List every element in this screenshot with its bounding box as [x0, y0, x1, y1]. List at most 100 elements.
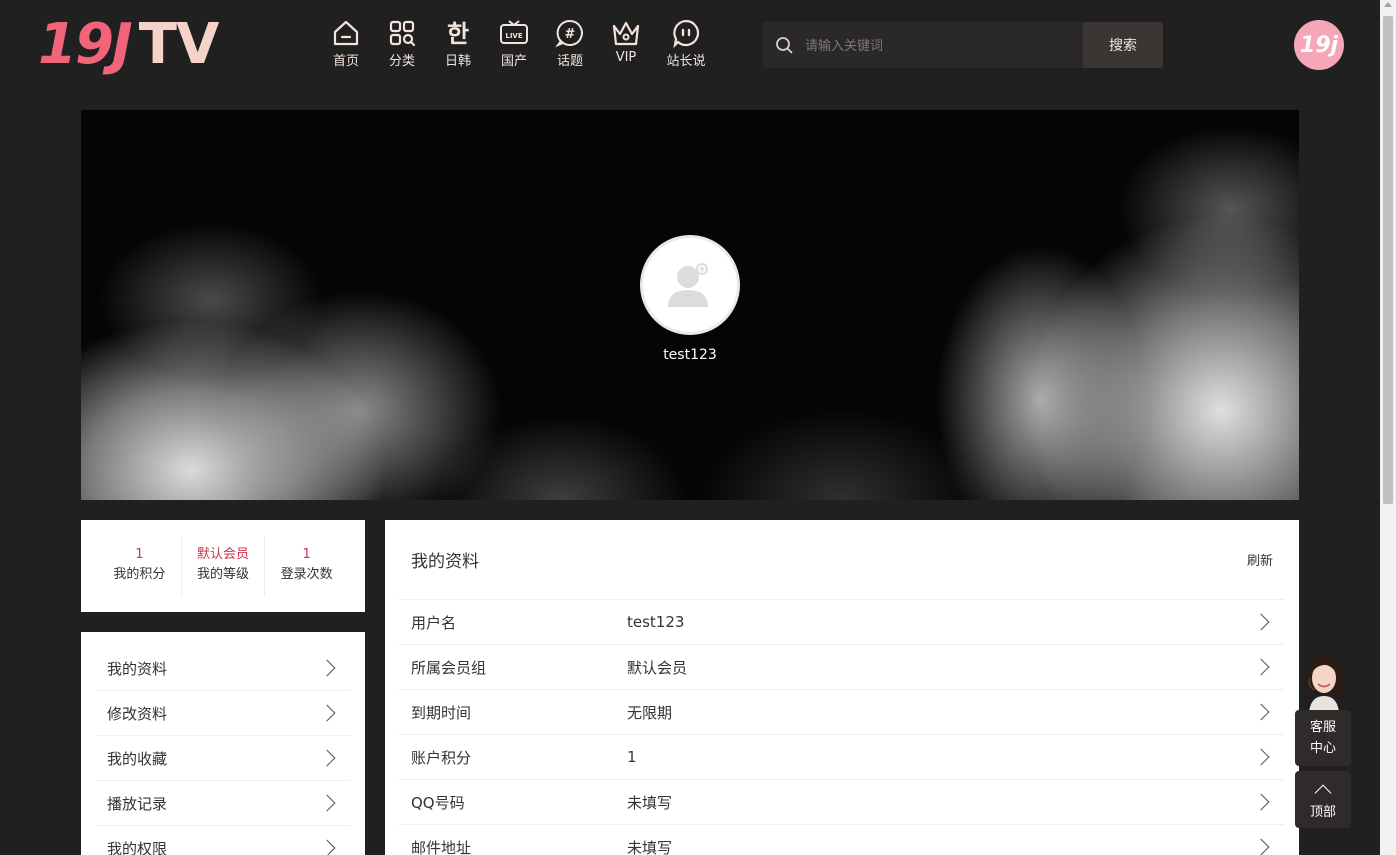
user-side-menu: 我的资料 修改资料 我的收藏 播放记录 我的权限 — [81, 632, 365, 855]
stat-level: 默认会员 我的等级 — [182, 536, 266, 596]
row-value: 未填写 — [627, 793, 673, 812]
scrollbar-thumb[interactable] — [1383, 16, 1393, 504]
stat-label: 我的积分 — [113, 567, 166, 582]
profile-row-username[interactable]: 用户名 test123 — [399, 600, 1285, 645]
nav-label: VIP — [615, 50, 637, 65]
nav-item-topic[interactable]: # 话题 — [542, 18, 598, 69]
svg-text:LIVE: LIVE — [505, 32, 522, 40]
chevron-right-icon — [318, 794, 336, 812]
nav-item-category[interactable]: 分类 — [374, 18, 430, 69]
arrow-up-icon — [1314, 784, 1332, 802]
profile-row-qq[interactable]: QQ号码 未填写 — [399, 780, 1285, 825]
side-menu-history[interactable]: 播放记录 — [96, 781, 350, 826]
nav-item-domestic[interactable]: LIVE 国产 — [486, 18, 542, 69]
row-label: 邮件地址 — [411, 838, 472, 855]
profile-row-points[interactable]: 账户积分 1 — [399, 735, 1285, 780]
live-tv-icon: LIVE — [500, 20, 528, 44]
main-nav: 首页 分类 한 日韩 LIVE 国产 # 话题 VIP 站长说 — [318, 18, 718, 69]
row-value: 无限期 — [627, 703, 673, 722]
logo-part-tv: TV — [138, 12, 220, 77]
chevron-right-icon — [318, 749, 336, 767]
side-menu-edit-profile[interactable]: 修改资料 — [96, 691, 350, 736]
side-menu-label: 修改资料 — [107, 704, 168, 723]
profile-panel: 我的资料 刷新 用户名 test123 所属会员组 默认会员 到期时间 无限期 … — [385, 520, 1299, 855]
chevron-right-icon — [1252, 793, 1270, 811]
nav-label: 话题 — [556, 54, 583, 69]
search-bar: 搜索 — [763, 22, 1163, 68]
category-icon — [389, 20, 416, 47]
row-value: test123 — [627, 613, 685, 631]
row-label: 用户名 — [411, 613, 457, 632]
scroll-up-arrow-icon[interactable] — [1384, 2, 1392, 7]
service-label-line1: 客服 — [1309, 720, 1336, 735]
row-label: 账户积分 — [411, 748, 472, 767]
side-menu-label: 我的权限 — [107, 839, 168, 855]
hashtag-icon: # — [555, 19, 583, 48]
nav-label: 国产 — [500, 54, 527, 69]
profile-banner: test123 — [81, 110, 1299, 500]
nav-item-webmaster[interactable]: 站长说 — [654, 18, 718, 69]
side-menu-label: 我的资料 — [107, 659, 168, 678]
side-menu-label: 播放记录 — [107, 794, 168, 813]
row-value: 默认会员 — [627, 658, 688, 677]
nav-label: 分类 — [388, 54, 415, 69]
stat-login-count: 1 登录次数 — [265, 536, 348, 596]
side-menu-my-profile[interactable]: 我的资料 — [96, 646, 350, 691]
nav-label: 日韩 — [444, 54, 471, 69]
stat-points: 1 我的积分 — [98, 536, 182, 596]
row-value: 1 — [627, 748, 637, 766]
chevron-right-icon — [318, 839, 336, 855]
svg-text:#: # — [565, 27, 576, 42]
row-label: 到期时间 — [411, 703, 472, 722]
side-menu-permissions[interactable]: 我的权限 — [96, 826, 350, 855]
chevron-right-icon — [1252, 658, 1270, 676]
service-label-line2: 中心 — [1309, 741, 1336, 756]
avatar-text: 19j — [1299, 32, 1339, 58]
service-agent-avatar-icon[interactable] — [1301, 650, 1347, 712]
profile-panel-header: 我的资料 刷新 — [399, 520, 1285, 600]
page-scrollbar[interactable] — [1380, 0, 1396, 855]
nav-item-jpkr[interactable]: 한 日韩 — [430, 18, 486, 69]
search-icon — [763, 22, 805, 68]
top-header: 19J TV 首页 分类 한 日韩 LIVE 国产 # 话题 VIP 站长说 请… — [0, 0, 1380, 90]
korean-char-icon: 한 — [447, 20, 469, 48]
page: 19J TV 首页 分类 한 日韩 LIVE 国产 # 话题 VIP 站长说 请… — [0, 0, 1396, 855]
banner-username: test123 — [663, 347, 717, 363]
chevron-right-icon — [318, 659, 336, 677]
chevron-right-icon — [1252, 838, 1270, 855]
chevron-right-icon — [1252, 613, 1270, 631]
refresh-link[interactable]: 刷新 — [1247, 550, 1273, 569]
customer-service-button[interactable]: 客服 中心 — [1295, 710, 1351, 766]
profile-avatar[interactable] — [640, 235, 740, 335]
chevron-right-icon — [1252, 703, 1270, 721]
stat-value: 1 — [135, 547, 144, 562]
stat-value: 默认会员 — [197, 547, 250, 562]
nav-item-vip[interactable]: VIP — [598, 18, 654, 69]
default-user-icon — [668, 263, 708, 307]
back-to-top-button[interactable]: 顶部 — [1295, 771, 1351, 828]
profile-row-email[interactable]: 邮件地址 未填写 — [399, 825, 1285, 855]
profile-row-member-group[interactable]: 所属会员组 默认会员 — [399, 645, 1285, 690]
panel-title: 我的资料 — [411, 552, 479, 572]
logo-part-19j: 19J — [38, 12, 133, 77]
search-input[interactable] — [805, 22, 1083, 68]
nav-label: 站长说 — [666, 54, 706, 69]
user-avatar[interactable]: 19j — [1294, 20, 1344, 70]
nav-item-home[interactable]: 首页 — [318, 18, 374, 69]
svg-text:한: 한 — [447, 20, 469, 48]
row-label: QQ号码 — [411, 793, 465, 812]
profile-row-expiry[interactable]: 到期时间 无限期 — [399, 690, 1285, 735]
site-logo[interactable]: 19J TV — [38, 12, 220, 77]
chat-bubble-icon — [673, 19, 700, 48]
back-to-top-label: 顶部 — [1309, 805, 1336, 820]
user-stats-card: 1 我的积分 默认会员 我的等级 1 登录次数 — [81, 520, 365, 612]
side-menu-favorites[interactable]: 我的收藏 — [96, 736, 350, 781]
chevron-right-icon — [318, 704, 336, 722]
chevron-right-icon — [1252, 748, 1270, 766]
stat-label: 我的等级 — [197, 567, 250, 582]
search-button[interactable]: 搜索 — [1083, 22, 1163, 68]
stat-label: 登录次数 — [280, 567, 333, 582]
stat-value: 1 — [302, 547, 311, 562]
nav-label: 首页 — [332, 54, 359, 69]
row-value: 未填写 — [627, 838, 673, 855]
